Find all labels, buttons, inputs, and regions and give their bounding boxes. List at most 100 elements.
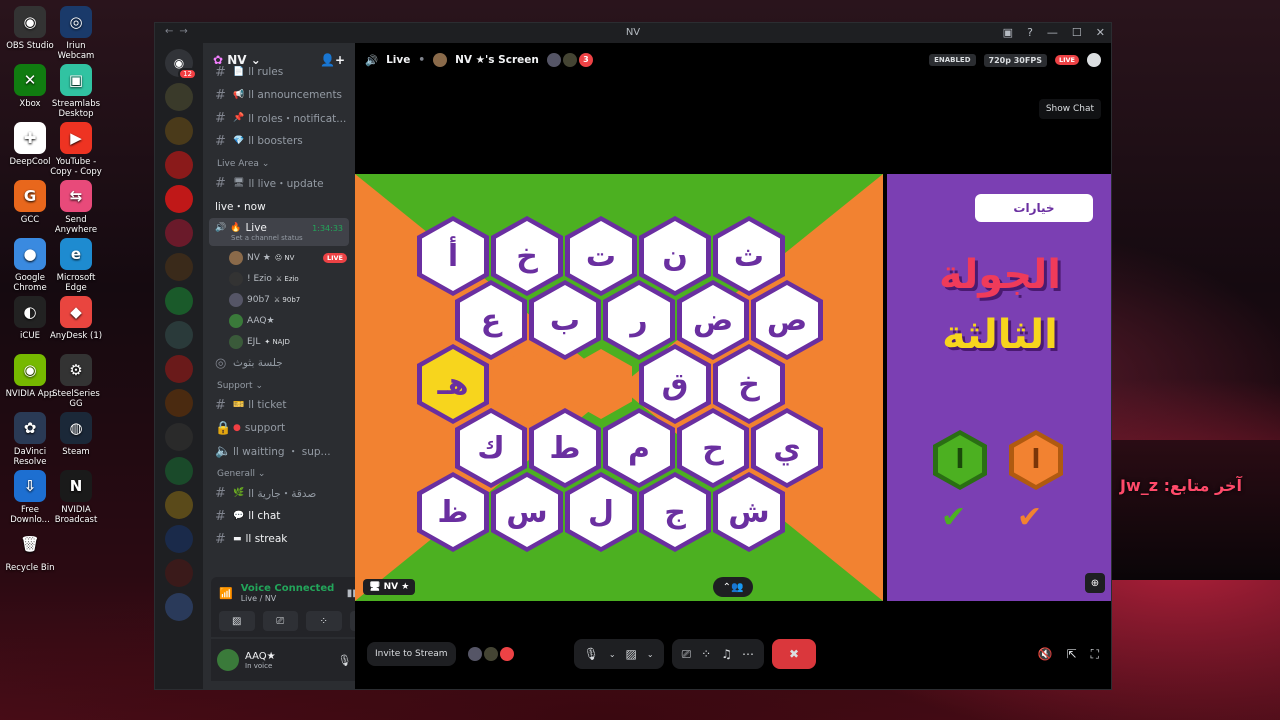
orange-check-icon: ✔: [1017, 500, 1043, 535]
server-icon[interactable]: [165, 117, 193, 145]
call-channel-name[interactable]: Live: [386, 54, 410, 66]
help-icon[interactable]: ?: [1027, 26, 1033, 39]
desktop-icon[interactable]: ⇆ Send Anywhere: [48, 180, 104, 235]
voice-user[interactable]: NV ★ 😐 NV LIVE: [229, 247, 355, 268]
channel-waiting[interactable]: 🔈 ll waitting ・ sup...: [209, 440, 349, 462]
desktop-icon[interactable]: ⚙ SteelSeries GG: [48, 354, 104, 409]
participants-toggle-button[interactable]: ⌃👥: [713, 577, 753, 597]
avatar[interactable]: [217, 649, 239, 671]
window-controls: ▣ ? — ☐ ✕: [1003, 26, 1105, 39]
desktop-icon[interactable]: ◆ AnyDesk (1): [48, 296, 104, 341]
invite-to-stream-button[interactable]: Invite to Stream: [367, 642, 456, 666]
app-icon: ⇩: [14, 470, 46, 502]
app-icon: ◆: [60, 296, 92, 328]
desktop-icon[interactable]: ◍ Steam: [48, 412, 104, 457]
server-icon[interactable]: [165, 389, 193, 417]
server-icon[interactable]: [165, 83, 193, 111]
server-icon[interactable]: [165, 219, 193, 247]
channel-support[interactable]: 🔒 ● support: [209, 417, 349, 439]
app-icon: ◐: [14, 296, 46, 328]
city-skyline: [1112, 440, 1280, 580]
camera-off-button[interactable]: ▨: [219, 611, 255, 631]
show-chat-icon[interactable]: [1087, 53, 1101, 67]
voice-channel-live[interactable]: 🔊 🔥 Live 1:34:33 Set a channel status: [209, 218, 349, 246]
desktop-icon[interactable]: ▶ YouTube - Copy - Copy: [48, 122, 104, 177]
category-support[interactable]: Support ⌄: [203, 375, 355, 394]
server-icon[interactable]: [165, 491, 193, 519]
microphone-icon[interactable]: 🎙: [337, 654, 351, 667]
screen-share-button[interactable]: ⎚: [262, 611, 298, 631]
share-controls[interactable]: ⎚ ⁘ ♫ ⋯: [671, 639, 764, 669]
avatar: [229, 271, 243, 286]
app-icon: ◎: [60, 6, 92, 38]
channel-emoji-icon: 📌: [233, 113, 245, 123]
channel-sadaqa[interactable]: # 🌿 ll صدقة・جارية: [209, 482, 349, 504]
green-check-icon: ✔: [941, 500, 967, 535]
server-icon[interactable]: [165, 185, 193, 213]
options-button[interactable]: خيارات: [975, 194, 1093, 222]
viewer-avatars-footer[interactable]: [467, 647, 514, 661]
channel-live-update[interactable]: # 🖥 ll live・update: [209, 172, 349, 194]
close-button[interactable]: ✕: [1096, 26, 1105, 39]
stage-channel[interactable]: ◎ جلسة بثوث: [209, 352, 349, 374]
game-side-panel: خيارات الجولة الثالثة ا ا ✔ ✔ ⊕: [887, 174, 1111, 601]
text-channel[interactable]: # 📢 ll announcements: [209, 84, 349, 106]
server-icon[interactable]: [165, 525, 193, 553]
microphone-button[interactable]: 🎙 ⌄ ▨ ⌄: [573, 639, 664, 669]
server-icon[interactable]: [165, 457, 193, 485]
pop-out-icon[interactable]: ⇱: [1067, 647, 1077, 662]
mute-stream-icon[interactable]: 🔇: [1038, 647, 1053, 662]
server-icon[interactable]: [165, 593, 193, 621]
desktop-icon[interactable]: e Microsoft Edge: [48, 238, 104, 293]
fullscreen-icon[interactable]: ⛶: [1091, 647, 1099, 662]
channel-status[interactable]: Set a channel status: [215, 234, 303, 242]
voice-user[interactable]: EJL ✦ NAJD: [229, 331, 355, 352]
server-icon[interactable]: [165, 151, 193, 179]
server-icon[interactable]: [165, 253, 193, 281]
channel-chat[interactable]: # 💬 ll chat: [209, 505, 349, 527]
voice-status[interactable]: Voice Connected: [241, 583, 339, 594]
desktop-icon[interactable]: ▣ Streamlabs Desktop: [48, 64, 104, 119]
category-general[interactable]: Generall ⌄: [203, 463, 355, 482]
signal-icon: 📶: [219, 586, 233, 600]
user-name: AAQ★: [245, 650, 276, 662]
channel-live-now[interactable]: live・now: [209, 195, 349, 217]
live-badge: LIVE: [322, 252, 347, 263]
channel-ticket[interactable]: # 🎫 ll ticket: [209, 394, 349, 416]
add-member-icon[interactable]: 👤+: [320, 53, 345, 67]
window-title: NV: [625, 27, 641, 38]
activities-button[interactable]: ⁘: [306, 611, 342, 631]
voice-user[interactable]: ! Ezio ⚔ Ezio: [229, 268, 355, 289]
server-icon[interactable]: [165, 559, 193, 587]
maximize-button[interactable]: ☐: [1072, 26, 1082, 39]
inbox-icon[interactable]: ▣: [1003, 26, 1013, 39]
app-icon: e: [60, 238, 92, 270]
avatar: [229, 292, 243, 307]
zoom-icon[interactable]: ⊕: [1085, 573, 1105, 593]
app-icon: N: [60, 470, 92, 502]
desktop-icon[interactable]: N NVIDIA Broadcast: [48, 470, 104, 525]
server-icon[interactable]: [165, 287, 193, 315]
category-live[interactable]: Live Area ⌄: [203, 153, 355, 172]
voice-user[interactable]: 90b7 ⚔ 90b7: [229, 289, 355, 310]
minimize-button[interactable]: —: [1047, 26, 1058, 39]
discord-home-icon[interactable]: ◉ 12: [165, 49, 197, 80]
text-channel[interactable]: # 💎 ll boosters: [209, 130, 349, 152]
call-header: 🔊 Live • NV ★'s Screen 3 ENABLED 720p 30…: [355, 43, 1111, 77]
text-channel[interactable]: # 📌 ll roles・notificat...: [209, 107, 349, 129]
desktop-icon[interactable]: 🗑 Recycle Bin: [2, 528, 58, 574]
round-title-line1: الجولة: [939, 252, 1061, 298]
leave-call-button[interactable]: ✖: [772, 639, 816, 669]
desktop-icon[interactable]: ◎ Iriun Webcam: [48, 6, 104, 61]
stream-video[interactable]: أ خ ت ن ث ع ب ر ض ص هـ ق خ ك ط م ح ي ظ س ل ج ش 🖥 NV ★ خيارات ا…: [355, 174, 1111, 601]
orange-team-score: ا: [1009, 430, 1063, 490]
server-icon[interactable]: [165, 423, 193, 451]
lock-icon: 🔒: [215, 420, 232, 436]
channel-streak[interactable]: # ▬ ll streak: [209, 528, 349, 550]
viewer-avatars[interactable]: 3: [546, 53, 593, 67]
app-icon: ✚: [14, 122, 46, 154]
server-icon[interactable]: [165, 355, 193, 383]
server-icon[interactable]: [165, 321, 193, 349]
voice-user[interactable]: AAQ★: [229, 310, 355, 331]
guild-name: NV: [227, 53, 247, 67]
